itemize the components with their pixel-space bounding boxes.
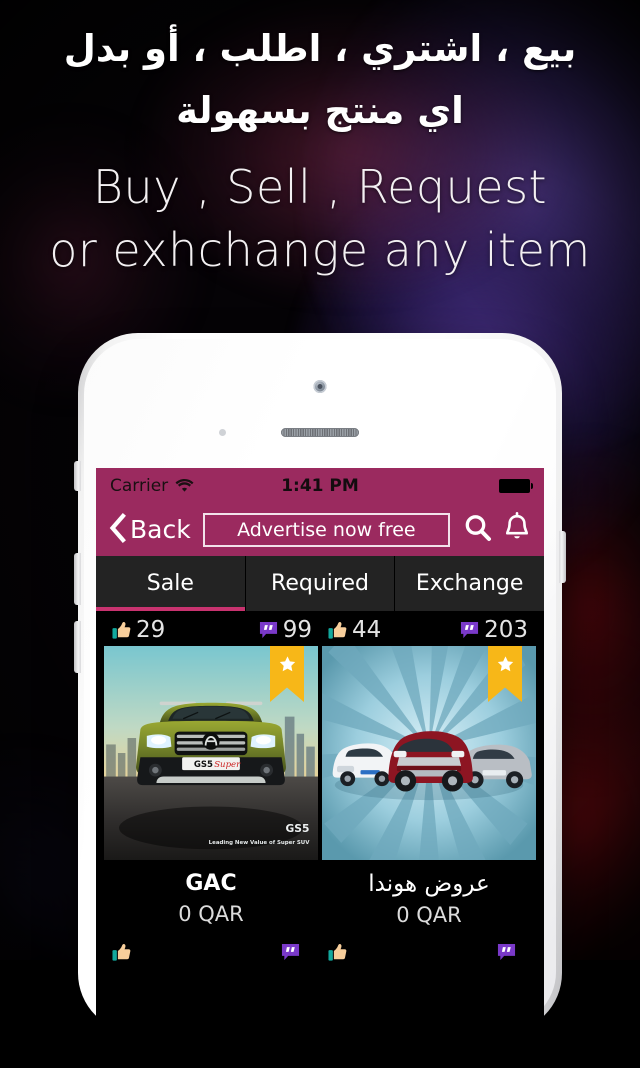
like-count-right-next-value	[352, 939, 359, 965]
advertise-now-free-button[interactable]: Advertise now free	[202, 512, 450, 547]
chevron-left-icon	[108, 512, 126, 547]
earpiece-speaker-icon	[281, 428, 359, 437]
comment-count-left-next-value	[305, 939, 312, 965]
like-count-left: 29	[112, 617, 165, 643]
listing-title-honda: عروض هوندا	[368, 871, 490, 897]
front-camera-icon	[313, 380, 327, 393]
tab-sale-label: Sale	[146, 571, 194, 596]
navigation-bar: Back Advertise now free	[96, 503, 544, 556]
status-bar-left: Carrier	[110, 476, 194, 496]
svg-text:GS5: GS5	[194, 760, 213, 770]
listing-price-gac: 0 QAR	[178, 902, 244, 926]
phone-screen: Carrier 1:41 PM Back Advertise now free …	[96, 468, 544, 1068]
svg-text:Super: Super	[214, 760, 241, 770]
listing-price-honda: 0 QAR	[396, 903, 462, 927]
comment-bubble-icon	[460, 621, 479, 640]
comment-bubble-icon	[497, 943, 516, 962]
search-icon[interactable]	[462, 512, 494, 548]
listing-stats-row: 29 99 44 203	[104, 611, 536, 646]
listings-grid: 29 99 44 203 GS5 Super GS5 Leading New V…	[96, 611, 544, 968]
thumbs-up-icon	[328, 621, 347, 640]
listing-stats-right-next	[320, 939, 536, 965]
svg-text:Leading New Value of Super SUV: Leading New Value of Super SUV	[209, 840, 311, 846]
like-count-right-next	[328, 939, 359, 965]
thumbs-up-icon	[112, 943, 131, 962]
advertise-button-label: Advertise now free	[237, 518, 416, 541]
comment-count-right-next	[497, 939, 528, 965]
listing-title-gac: GAC	[185, 871, 237, 896]
comment-count-left-value: 99	[282, 617, 312, 643]
tab-exchange-label: Exchange	[415, 571, 524, 596]
volume-down-button[interactable]	[74, 621, 81, 673]
volume-up-button[interactable]	[74, 553, 81, 605]
listing-stats-right: 44 203	[320, 617, 536, 643]
thumbs-up-icon	[328, 943, 347, 962]
headline-arabic-line-2: اي منتج بسهولة	[176, 89, 464, 132]
comment-count-right-next-value	[521, 939, 528, 965]
tab-required-label: Required	[271, 571, 369, 596]
tab-exchange[interactable]: Exchange	[395, 556, 544, 611]
listing-stats-row-next	[104, 937, 536, 968]
listing-cards-row: GS5 Super GS5 Leading New Value of Super…	[104, 646, 536, 937]
listing-stats-left-next	[104, 939, 320, 965]
tab-sale[interactable]: Sale	[96, 556, 246, 611]
phone-mockup: Carrier 1:41 PM Back Advertise now free …	[74, 333, 566, 1068]
honda-offers-three-cars-photo[interactable]	[322, 646, 536, 860]
back-button[interactable]: Back	[108, 512, 191, 547]
like-count-left-value: 29	[136, 617, 166, 643]
comment-count-left: 99	[259, 617, 312, 643]
listing-card-honda[interactable]: عروض هوندا 0 QAR	[322, 646, 536, 937]
carrier-label: Carrier	[110, 475, 169, 496]
listing-card-gac[interactable]: GS5 Super GS5 Leading New Value of Super…	[104, 646, 318, 937]
svg-text:GS5: GS5	[286, 822, 310, 835]
proximity-sensor-icon	[219, 429, 226, 436]
headline-arabic-line-1: بيع ، اشتري ، اطلب ، أو بدل	[63, 27, 577, 70]
wifi-icon	[175, 478, 194, 493]
comment-count-right-value: 203	[484, 617, 528, 643]
comment-bubble-icon	[281, 943, 300, 962]
listing-stats-left: 29 99	[104, 617, 320, 643]
battery-full-icon	[499, 478, 533, 493]
category-tab-bar: Sale Required Exchange	[96, 556, 544, 611]
headline-english-line-2: or exhchange any item	[49, 223, 591, 277]
like-count-right: 44	[328, 617, 381, 643]
bell-icon[interactable]	[502, 511, 532, 548]
navigation-bar-icons	[462, 511, 532, 548]
promo-headline: بيع ، اشتري ، اطلب ، أو بدل اي منتج بسهو…	[0, 0, 640, 282]
comment-bubble-icon	[259, 621, 278, 640]
gac-gs5-super-suv-photo[interactable]: GS5 Super GS5 Leading New Value of Super…	[104, 646, 318, 860]
tab-required[interactable]: Required	[245, 556, 396, 611]
headline-english-line-1: Buy , Sell , Request	[92, 160, 548, 214]
like-count-left-next-value	[136, 939, 143, 965]
comment-count-left-next	[281, 939, 312, 965]
like-count-left-next	[112, 939, 143, 965]
back-button-label: Back	[130, 515, 191, 544]
power-button[interactable]	[559, 531, 566, 583]
like-count-right-value: 44	[352, 617, 382, 643]
thumbs-up-icon	[112, 621, 131, 640]
status-bar: Carrier 1:41 PM	[96, 468, 544, 503]
comment-count-right: 203	[460, 617, 528, 643]
silent-switch[interactable]	[74, 461, 81, 491]
